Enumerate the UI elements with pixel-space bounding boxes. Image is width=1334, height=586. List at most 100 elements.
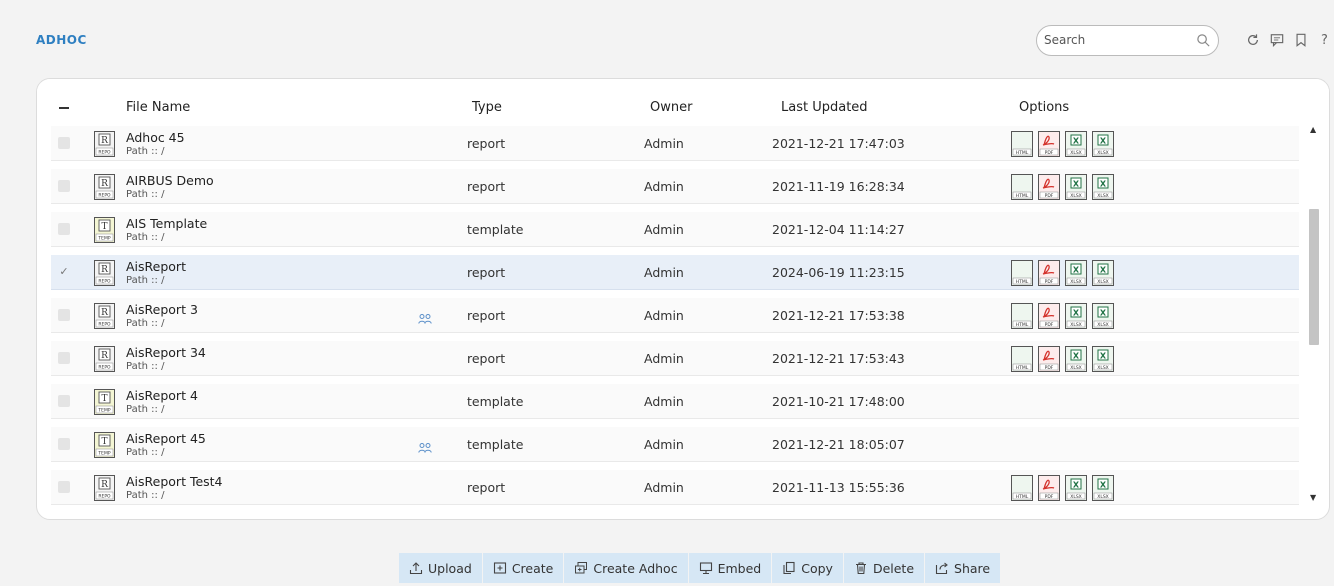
row-checkbox[interactable] — [58, 309, 70, 321]
comment-icon[interactable] — [1269, 32, 1284, 48]
share-button[interactable]: Share — [925, 553, 1000, 583]
upload-button[interactable]: Upload — [399, 553, 483, 583]
table-row[interactable]: T TEMP AisReport 4 Path :: / template Admin… — [51, 384, 1299, 419]
svg-text:XLSX: XLSX — [1097, 150, 1109, 156]
table-row[interactable]: R REPO AisReport 34 Path :: / report Admin 2… — [51, 341, 1299, 376]
search-icon[interactable] — [1196, 33, 1211, 48]
table-row[interactable]: R REPO Adhoc 45 Path :: / report Admin 2021-… — [51, 126, 1299, 161]
export-html-icon[interactable]: HTML — [1011, 303, 1033, 329]
file-name[interactable]: AisReport 4 — [126, 388, 198, 403]
file-list-card: File Name Type Owner Last Updated Option… — [36, 78, 1330, 520]
export-html-icon[interactable]: HTML — [1011, 346, 1033, 372]
create-adhoc-icon — [575, 562, 588, 574]
svg-text:X: X — [1073, 137, 1080, 146]
report-file-icon: R REPO — [94, 260, 115, 286]
file-path: Path :: / — [126, 318, 165, 329]
column-type[interactable]: Type — [472, 100, 502, 115]
file-name[interactable]: AisReport Test4 — [126, 474, 223, 489]
refresh-icon[interactable] — [1245, 32, 1260, 48]
export-xlsx-icon[interactable]: X XLSX — [1092, 346, 1114, 372]
export-html-icon[interactable]: HTML — [1011, 475, 1033, 501]
export-html-icon[interactable]: HTML — [1011, 260, 1033, 286]
column-file-name[interactable]: File Name — [126, 100, 190, 115]
file-name[interactable]: AIRBUS Demo — [126, 173, 214, 188]
row-checkbox[interactable] — [58, 481, 70, 493]
file-path: Path :: / — [126, 275, 165, 286]
row-checkbox[interactable] — [58, 223, 70, 235]
svg-text:REPO: REPO — [98, 193, 111, 199]
file-type: report — [467, 136, 506, 151]
row-checkbox[interactable] — [58, 137, 70, 149]
file-name[interactable]: AIS Template — [126, 216, 207, 231]
shared-users-icon — [418, 439, 432, 453]
svg-text:XLSX: XLSX — [1070, 322, 1082, 328]
table-row[interactable]: ✓ R REPO AisReport Path :: / report Admin 20… — [51, 255, 1299, 290]
svg-text:PDF: PDF — [1045, 322, 1054, 328]
table-row[interactable]: R REPO AIRBUS Demo Path :: / report Admin 20… — [51, 169, 1299, 204]
file-name[interactable]: AisReport — [126, 259, 186, 274]
export-pdf-icon[interactable]: PDF — [1038, 303, 1060, 329]
table-body: R REPO Path :: /reportAdmin2021-11-13 12… — [51, 121, 1313, 507]
export-pdf-icon[interactable]: PDF — [1038, 260, 1060, 286]
search-box[interactable] — [1036, 25, 1219, 56]
svg-text:HTML: HTML — [1016, 193, 1029, 199]
export-xlsx-icon[interactable]: X XLSX — [1065, 131, 1087, 157]
row-checkbox[interactable]: ✓ — [58, 266, 70, 278]
file-name[interactable]: AisReport 34 — [126, 345, 206, 360]
table-row[interactable]: R REPO AisReport Test4 Path :: / report Adm… — [51, 470, 1299, 505]
svg-text:X: X — [1100, 266, 1107, 275]
export-pdf-icon[interactable]: PDF — [1038, 174, 1060, 200]
export-html-icon[interactable]: HTML — [1011, 131, 1033, 157]
svg-text:HTML: HTML — [1016, 494, 1029, 500]
file-path: Path :: / — [126, 404, 165, 415]
table-row[interactable]: R REPO AisReport 3 Path :: / report Admin 2… — [51, 298, 1299, 333]
scrollbar[interactable]: ▲ ▼ — [1307, 121, 1321, 507]
page-title: ADHOC — [36, 33, 87, 47]
help-icon[interactable]: ? — [1317, 32, 1332, 48]
export-pdf-icon[interactable]: PDF — [1038, 475, 1060, 501]
file-name[interactable]: AisReport 3 — [126, 302, 198, 317]
svg-text:REPO: REPO — [98, 279, 111, 285]
column-last-updated[interactable]: Last Updated — [781, 100, 868, 115]
export-html-icon[interactable]: HTML — [1011, 174, 1033, 200]
svg-text:HTML: HTML — [1016, 365, 1029, 371]
table-row[interactable]: T TEMP AisReport 45 Path :: / template Adm… — [51, 427, 1299, 462]
export-xlsx-icon[interactable]: X XLSX — [1065, 303, 1087, 329]
search-input[interactable] — [1044, 33, 1194, 47]
export-xlsx-icon[interactable]: X XLSX — [1065, 260, 1087, 286]
scroll-thumb[interactable] — [1309, 209, 1319, 345]
file-path: Path :: / — [126, 232, 165, 243]
create-button[interactable]: Create — [483, 553, 565, 583]
export-xlsx-icon[interactable]: X XLSX — [1065, 174, 1087, 200]
collapse-all-toggle[interactable] — [59, 107, 69, 109]
export-xlsx-icon[interactable]: X XLSX — [1092, 131, 1114, 157]
export-pdf-icon[interactable]: PDF — [1038, 346, 1060, 372]
row-checkbox[interactable] — [58, 180, 70, 192]
row-checkbox[interactable] — [58, 352, 70, 364]
embed-icon — [699, 562, 712, 575]
file-path: Path :: / — [126, 361, 165, 372]
delete-button[interactable]: Delete — [844, 553, 926, 583]
export-xlsx-icon[interactable]: X XLSX — [1065, 475, 1087, 501]
column-owner[interactable]: Owner — [650, 100, 692, 115]
embed-button[interactable]: Embed — [689, 553, 773, 583]
copy-button[interactable]: Copy — [772, 553, 844, 583]
file-name[interactable]: AisReport 45 — [126, 431, 206, 446]
scroll-down-arrow[interactable]: ▼ — [1310, 493, 1316, 502]
row-checkbox[interactable] — [58, 438, 70, 450]
export-xlsx-icon[interactable]: X XLSX — [1092, 303, 1114, 329]
export-xlsx-icon[interactable]: X XLSX — [1092, 174, 1114, 200]
file-name[interactable]: Adhoc 45 — [126, 130, 185, 145]
table-row[interactable]: T TEMP AIS Template Path :: / template Admi… — [51, 212, 1299, 247]
export-pdf-icon[interactable]: PDF — [1038, 131, 1060, 157]
export-xlsx-icon[interactable]: X XLSX — [1092, 260, 1114, 286]
row-checkbox[interactable] — [58, 395, 70, 407]
svg-text:HTML: HTML — [1016, 279, 1029, 285]
bookmark-icon[interactable] — [1293, 32, 1308, 48]
svg-text:X: X — [1100, 352, 1107, 361]
scroll-up-arrow[interactable]: ▲ — [1310, 125, 1316, 134]
create-adhoc-button[interactable]: Create Adhoc — [564, 553, 689, 583]
export-xlsx-icon[interactable]: X XLSX — [1092, 475, 1114, 501]
export-xlsx-icon[interactable]: X XLSX — [1065, 346, 1087, 372]
file-owner: Admin — [644, 351, 684, 366]
